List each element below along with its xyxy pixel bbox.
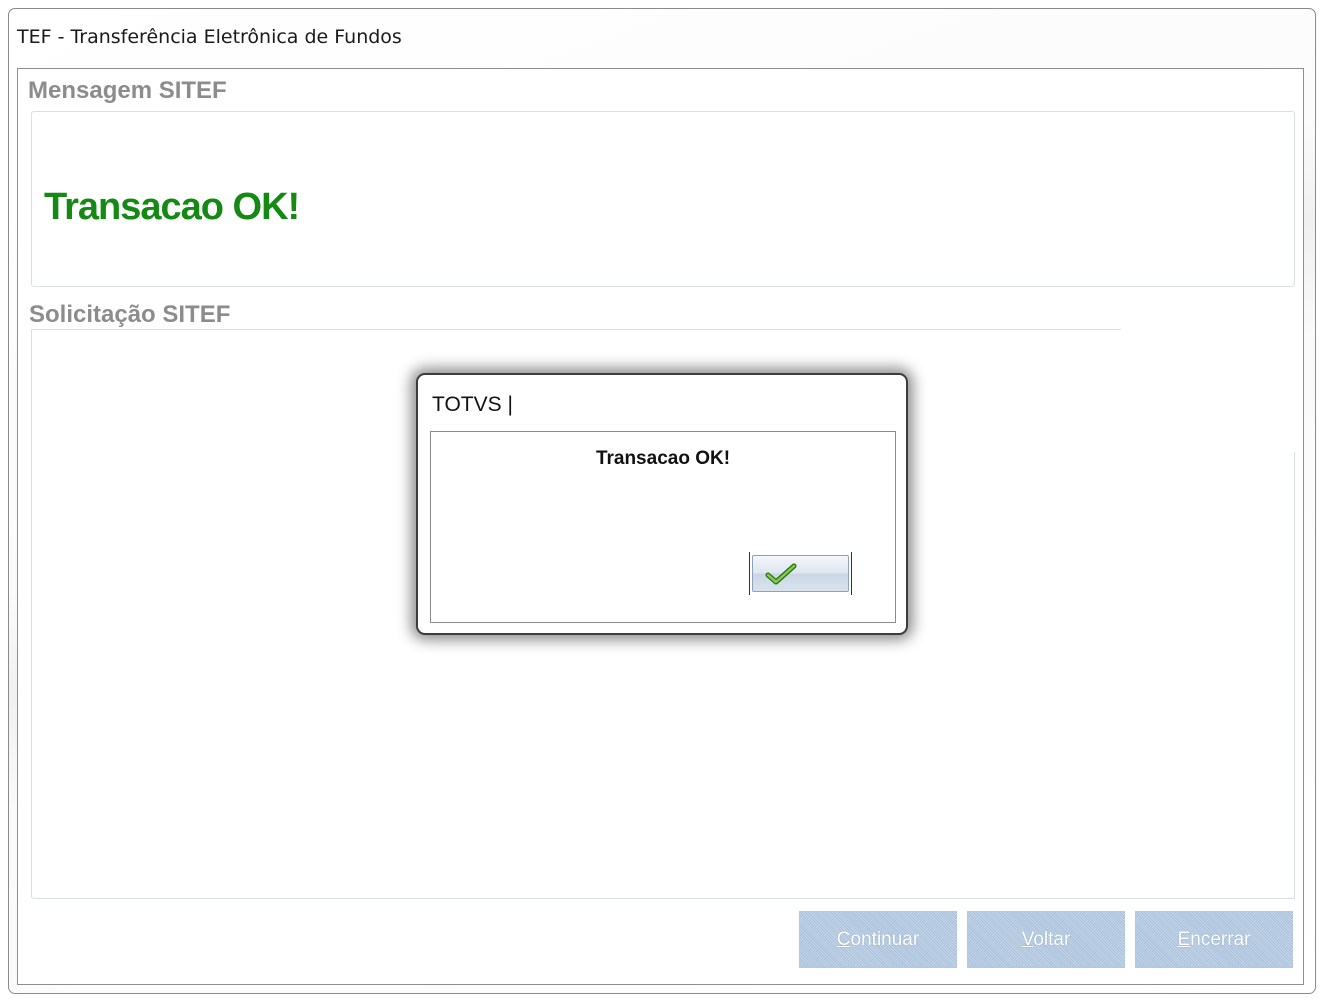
- mensagem-label: Mensagem SITEF: [28, 77, 227, 104]
- mensagem-text: Transacao OK!: [44, 186, 300, 228]
- continuar-accel: C: [836, 929, 851, 950]
- window-title: TEF - Transferência Eletrônica de Fundos: [17, 26, 402, 48]
- solicitacao-label: Solicitação SITEF: [29, 301, 231, 328]
- solicitacao-box-edge: [1294, 452, 1295, 899]
- checkmark-icon: [765, 563, 797, 590]
- encerrar-accel: E: [1177, 929, 1191, 950]
- encerrar-button[interactable]: Encerrar: [1135, 911, 1293, 968]
- dialog-title: TOTVS |: [432, 393, 513, 416]
- totvs-dialog: TOTVS | Transacao OK!: [416, 373, 908, 635]
- continuar-button[interactable]: Continuar: [799, 911, 957, 968]
- ok-button-face[interactable]: [752, 555, 849, 592]
- dialog-message: Transacao OK!: [595, 448, 731, 469]
- voltar-label: oltar: [1033, 929, 1071, 950]
- encerrar-label: ncerrar: [1190, 929, 1251, 950]
- dialog-content: Transacao OK!: [430, 431, 896, 623]
- voltar-button[interactable]: Voltar: [967, 911, 1125, 968]
- ok-button[interactable]: [749, 552, 852, 595]
- voltar-accel: V: [1021, 929, 1034, 950]
- continuar-label: ontinuar: [850, 929, 920, 950]
